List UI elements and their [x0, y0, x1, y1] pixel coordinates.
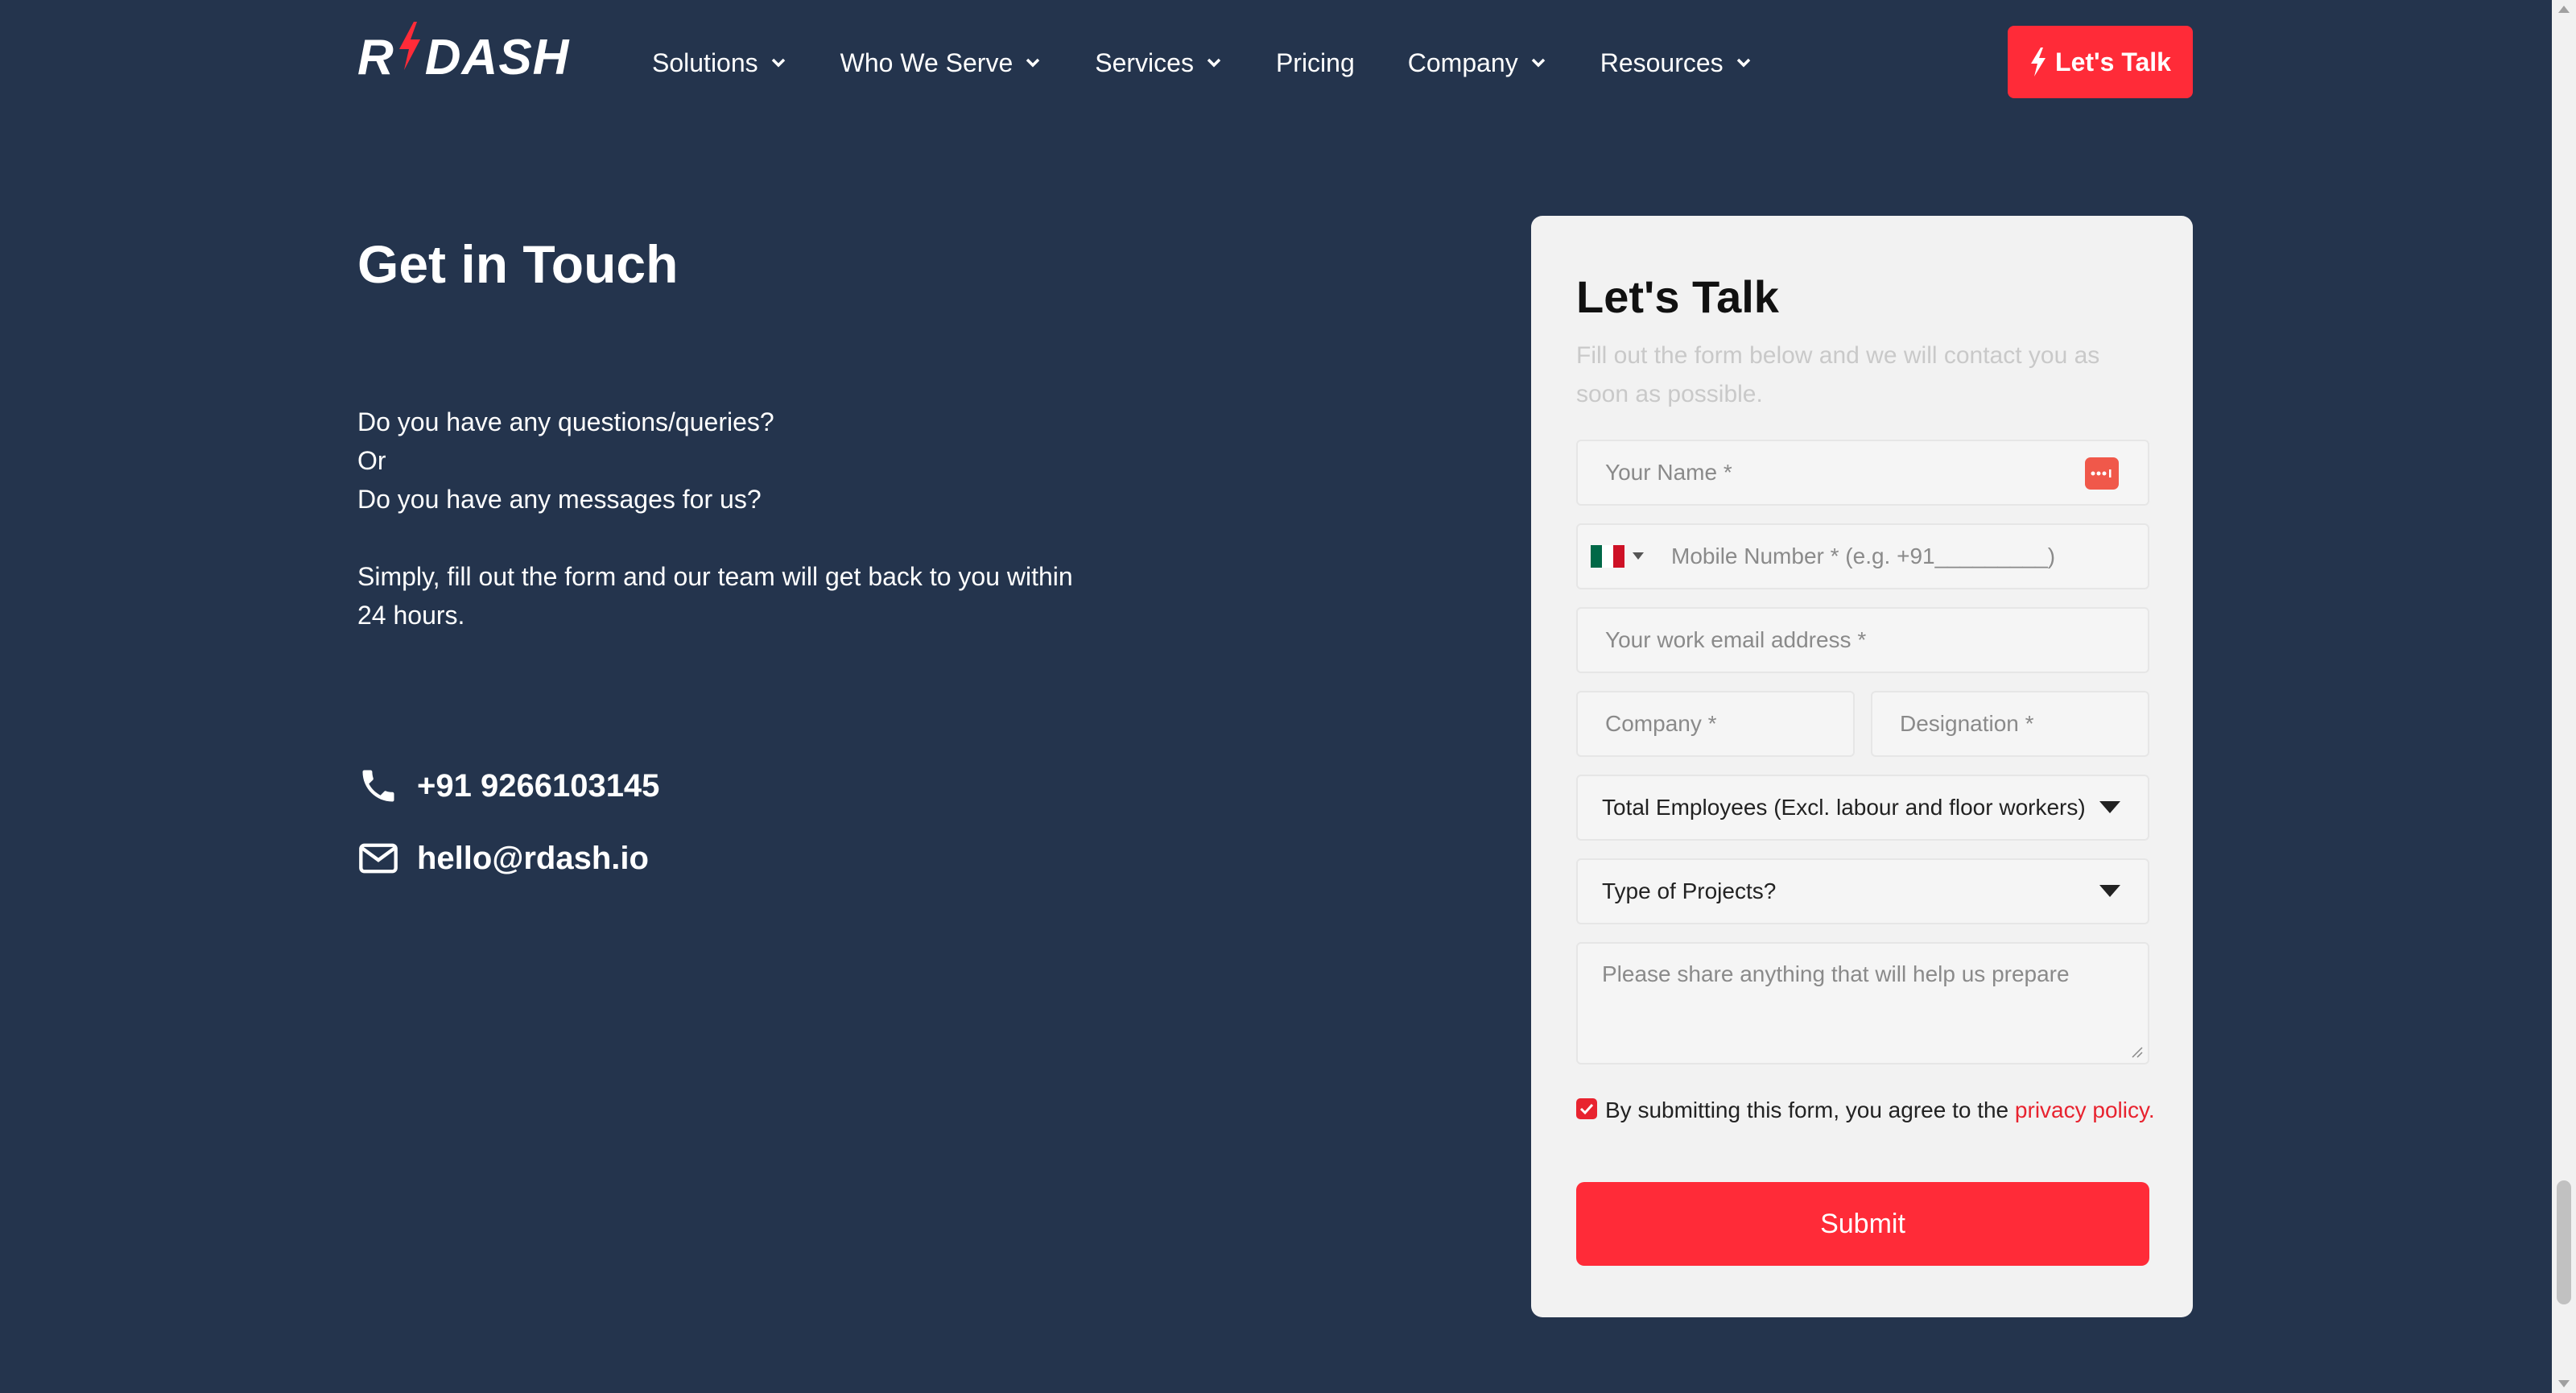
project-type-select[interactable]: Type of Projects? — [1576, 858, 2149, 924]
intro-line: Do you have any questions/queries? — [357, 407, 774, 436]
dots-glyph — [2091, 469, 2112, 477]
message-placeholder: Please share anything that will help us … — [1602, 961, 2070, 986]
nav-company[interactable]: Company — [1408, 48, 1547, 78]
nav-who-we-serve[interactable]: Who We Serve — [840, 48, 1042, 78]
mexico-flag-icon — [1591, 545, 1624, 568]
logo-word-dash: DASH — [424, 29, 570, 85]
scroll-up-arrow-icon[interactable] — [2558, 5, 2570, 13]
caret-down-icon — [2099, 801, 2120, 813]
projects-selected: Type of Projects? — [1602, 878, 1777, 903]
contact-form-card: Let's Talk Fill out the form below and w… — [1531, 216, 2193, 1317]
form-subtitle: Fill out the form below and we will cont… — [1576, 342, 2100, 407]
consent-checkbox[interactable] — [1576, 1098, 1597, 1119]
bolt-icon — [2031, 48, 2046, 76]
site-header: R DASH Solutions Who We Serve Services P… — [0, 0, 2552, 126]
chevron-down-icon — [1736, 58, 1750, 68]
consent-row: By submitting this form, you agree to th… — [1576, 1090, 2156, 1131]
designation-input[interactable]: Designation * — [1871, 691, 2149, 757]
company-placeholder: Company * — [1605, 711, 1717, 736]
email-address: hello@rdash.io — [417, 840, 649, 876]
page-scrollbar[interactable] — [2552, 0, 2576, 1393]
nav-label: Services — [1095, 48, 1194, 77]
page-title: Get in Touch — [357, 234, 679, 294]
name-input[interactable]: Your Name * — [1576, 440, 2149, 506]
caret-down-icon — [2099, 885, 2120, 897]
name-placeholder: Your Name * — [1605, 460, 1732, 485]
nav-services[interactable]: Services — [1095, 48, 1223, 78]
consent-text: By submitting this form, you agree to th… — [1605, 1097, 2015, 1122]
password-dots-icon[interactable] — [2085, 457, 2119, 490]
mobile-input[interactable]: Mobile Number * (e.g. +91_________) — [1576, 523, 2149, 589]
message-textarea[interactable]: Please share anything that will help us … — [1576, 942, 2149, 1064]
resize-handle-icon[interactable] — [2130, 1045, 2143, 1058]
check-icon — [1579, 1103, 1594, 1115]
logo-letter-r: R — [357, 29, 394, 85]
nav-label: Resources — [1600, 48, 1724, 77]
nav-label: Solutions — [652, 48, 758, 77]
chevron-down-icon — [1207, 58, 1221, 68]
chevron-down-icon — [1026, 58, 1040, 68]
phone-number: +91 9266103145 — [417, 767, 660, 804]
intro-paragraph: Simply, fill out the form and our team w… — [357, 562, 1073, 630]
intro-text: Do you have any questions/queries? Or Do… — [357, 403, 1082, 634]
scroll-thumb[interactable] — [2557, 1180, 2571, 1304]
nav-label: Pricing — [1275, 48, 1355, 77]
employees-selected: Total Employees (Excl. labour and floor … — [1602, 795, 2086, 820]
nav-solutions[interactable]: Solutions — [652, 48, 787, 78]
intro-line: Do you have any messages for us? — [357, 485, 762, 514]
nav-pricing[interactable]: Pricing — [1276, 48, 1355, 78]
email-placeholder: Your work email address * — [1605, 627, 1867, 652]
scroll-down-arrow-icon[interactable] — [2558, 1380, 2570, 1388]
work-email-input[interactable]: Your work email address * — [1576, 607, 2149, 673]
lets-talk-label: Let's Talk — [2055, 47, 2171, 76]
form-title: Let's Talk — [1576, 271, 1779, 322]
bolt-icon — [398, 22, 420, 70]
mobile-placeholder: Mobile Number * (e.g. +91_________) — [1671, 544, 2056, 568]
lets-talk-button[interactable]: Let's Talk — [2008, 26, 2193, 98]
nav-resources[interactable]: Resources — [1600, 48, 1752, 78]
phone-icon — [362, 770, 394, 802]
total-employees-select[interactable]: Total Employees (Excl. labour and floor … — [1576, 775, 2149, 841]
main-nav: Solutions Who We Serve Services Pricing … — [652, 39, 1806, 87]
country-selector[interactable] — [1591, 545, 1644, 568]
rdash-logo[interactable]: R DASH — [357, 22, 570, 87]
chevron-down-icon — [771, 58, 785, 68]
contact-phone[interactable]: +91 9266103145 — [357, 765, 659, 807]
mail-icon — [359, 843, 398, 874]
contact-email[interactable]: hello@rdash.io — [357, 837, 649, 879]
designation-placeholder: Designation * — [1900, 711, 2034, 736]
chevron-down-icon — [1531, 58, 1545, 68]
nav-label: Who We Serve — [840, 48, 1013, 77]
nav-label: Company — [1407, 48, 1518, 77]
caret-down-icon — [1633, 552, 1644, 560]
company-input[interactable]: Company * — [1576, 691, 1855, 757]
submit-button[interactable]: Submit — [1576, 1182, 2149, 1266]
privacy-policy-link[interactable]: privacy policy. — [2015, 1097, 2155, 1122]
submit-label: Submit — [1820, 1208, 1905, 1239]
intro-line: Or — [357, 446, 386, 475]
